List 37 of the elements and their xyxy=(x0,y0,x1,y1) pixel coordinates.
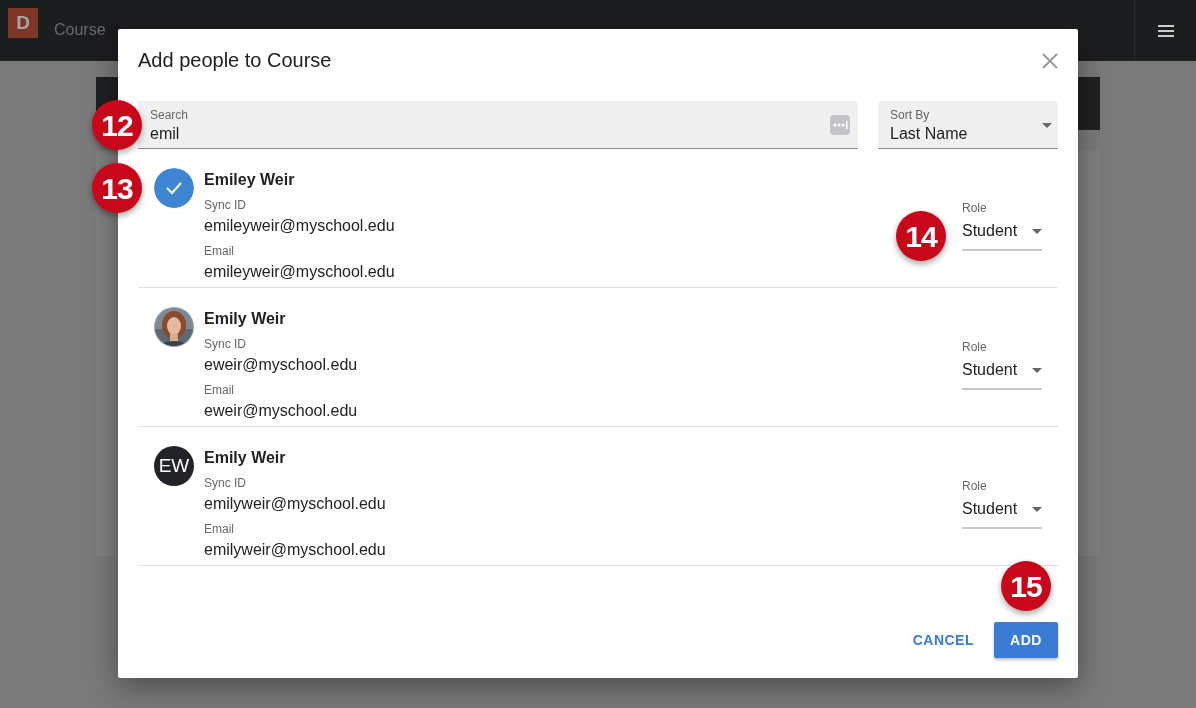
caret-icon xyxy=(1032,367,1042,373)
person-name: Emily Weir xyxy=(204,309,286,329)
field-label: Email xyxy=(204,383,234,397)
cancel-button[interactable]: CANCEL xyxy=(902,622,984,658)
sort-dropdown[interactable]: Sort By Last Name xyxy=(878,101,1058,149)
caret-icon xyxy=(1032,228,1042,234)
caret-icon xyxy=(1042,123,1052,128)
email: emileyweir@myschool.edu xyxy=(204,262,395,282)
add-button[interactable]: ADD xyxy=(994,622,1058,658)
search-field[interactable]: Search emil xyxy=(138,101,858,149)
role-dropdown[interactable]: Student xyxy=(962,495,1042,529)
field-label: Sync ID xyxy=(204,476,246,490)
check-icon[interactable] xyxy=(154,168,194,208)
field-label: Sync ID xyxy=(204,198,246,212)
role-dropdown[interactable]: Student xyxy=(962,356,1042,390)
sync-id: emilyweir@myschool.edu xyxy=(204,494,386,514)
sync-id: eweir@myschool.edu xyxy=(204,355,358,375)
field-label: Role xyxy=(962,479,987,493)
sync-id: emileyweir@myschool.edu xyxy=(204,216,395,236)
menu-icon[interactable] xyxy=(1157,24,1174,37)
avatar: EW xyxy=(154,446,194,486)
person-name: Emily Weir xyxy=(204,448,286,468)
field-label: Email xyxy=(204,522,234,536)
field-label: Role xyxy=(962,340,987,354)
field-label: Search xyxy=(150,108,190,122)
role-dropdown[interactable]: Student xyxy=(962,217,1042,251)
field-label: Email xyxy=(204,244,234,258)
dialog-title: Add people to Course xyxy=(138,48,332,73)
field-label: Sync ID xyxy=(204,337,246,351)
caret-icon xyxy=(1032,506,1042,512)
keyboard-icon xyxy=(830,115,850,135)
field-label: Role xyxy=(962,201,987,215)
email: eweir@myschool.edu xyxy=(204,401,358,421)
email: emilyweir@myschool.edu xyxy=(204,540,386,560)
close-button[interactable] xyxy=(1040,51,1060,71)
search-input[interactable]: emil xyxy=(150,122,208,146)
person-name: Emiley Weir xyxy=(204,170,295,190)
